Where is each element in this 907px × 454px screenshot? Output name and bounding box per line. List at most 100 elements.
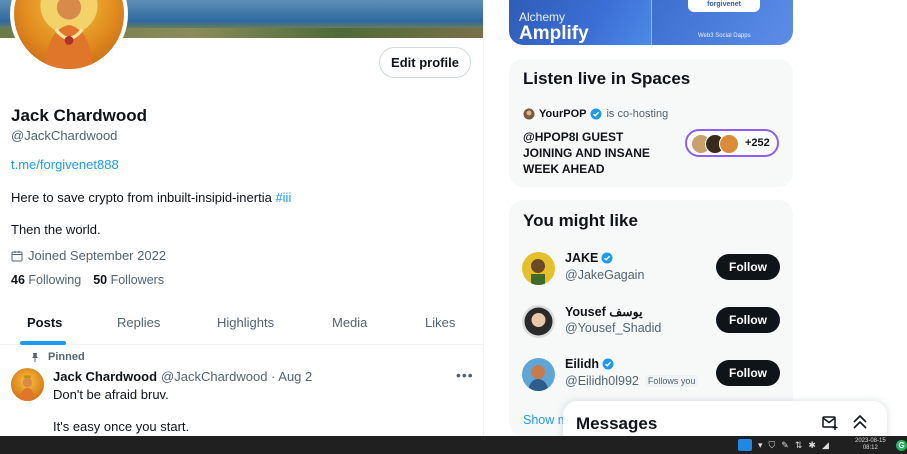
listener-avatar xyxy=(719,134,739,154)
user-avatar[interactable] xyxy=(522,252,555,285)
user-name: Eilidh xyxy=(565,357,614,371)
bluetooth-icon[interactable]: ✱ xyxy=(808,440,816,451)
avatar-figure-icon xyxy=(528,365,549,391)
deity-figure-icon xyxy=(40,0,98,69)
network-icon[interactable]: ⇅ xyxy=(795,440,803,451)
profile-name: Jack Chardwood xyxy=(11,106,148,125)
calendar-icon xyxy=(11,250,23,261)
user-handle: @Yousef_Shadid xyxy=(565,321,661,335)
joined-date: Joined September 2022 xyxy=(11,248,166,263)
promo-pill: forgivenet xyxy=(688,0,760,12)
collapse-icon[interactable] xyxy=(851,413,869,431)
verified-icon xyxy=(601,252,613,264)
user-name: JAKE xyxy=(565,251,613,265)
followers-count: 50 xyxy=(93,273,108,287)
tweet-text-line2: It's easy once you start. xyxy=(53,419,190,434)
avatar-figure-icon xyxy=(524,307,553,336)
user-handle-text: @JakeGagain xyxy=(565,268,645,282)
space-host-name[interactable]: YourPOP xyxy=(539,108,586,120)
edit-profile-button[interactable]: Edit profile xyxy=(379,47,471,78)
messages-title: Messages xyxy=(576,414,658,433)
user-name-text: JAKE xyxy=(565,251,599,265)
follow-button[interactable]: Follow xyxy=(716,360,780,386)
tab-media[interactable]: Media xyxy=(332,315,367,330)
pinned-indicator: Pinned xyxy=(32,351,85,363)
user-name-text: Yousef يوسف xyxy=(565,305,643,319)
profile-avatar[interactable] xyxy=(10,0,128,73)
follow-button[interactable]: Follow xyxy=(716,307,780,333)
grammarly-icon[interactable]: G xyxy=(896,440,907,451)
tweet-meta[interactable]: @JackChardwood · Aug 2 xyxy=(161,369,312,384)
shield-icon[interactable]: ⛉ xyxy=(769,440,776,451)
user-avatar[interactable] xyxy=(522,358,555,391)
profile-bio-text: Here to save crypto from inbuilt-insipid… xyxy=(11,190,276,205)
profile-link[interactable]: t.me/forgivenet888 xyxy=(11,157,119,172)
user-handle-text: @Eilidh0l992 xyxy=(565,374,639,388)
spaces-title: Listen live in Spaces xyxy=(523,69,691,88)
profile-handle: @JackChardwood xyxy=(11,128,118,143)
profile-bio-line2: Then the world. xyxy=(11,222,101,237)
who-to-follow-title: You might like xyxy=(523,211,638,230)
tweet-text: Don't be afraid bruv. xyxy=(53,387,169,402)
new-message-icon[interactable] xyxy=(821,413,839,431)
suggested-user[interactable]: Eilidh @Eilidh0l992 Follows you Follow xyxy=(509,356,793,396)
avatar-figure-icon xyxy=(531,259,545,285)
clock-time: 08:12 xyxy=(862,445,878,451)
following-count: 46 xyxy=(11,273,25,287)
follow-button[interactable]: Follow xyxy=(716,254,780,280)
user-handle-text: @Yousef_Shadid xyxy=(565,321,662,335)
promo-line2: Amplify xyxy=(519,23,589,44)
volume-icon[interactable]: ◢ xyxy=(822,440,829,451)
os-taskbar: ▾ ⛉ ✎ ⇅ ✱ ◢ 2023-08-15 08:12 G xyxy=(0,436,907,454)
followers-label: Followers xyxy=(110,273,165,287)
show-more-link[interactable]: Show m xyxy=(523,413,568,427)
space-host-row: YourPOP is co-hosting xyxy=(523,108,668,120)
more-icon[interactable]: ••• xyxy=(456,367,474,383)
user-handle: @JakeGagain xyxy=(565,268,644,282)
promo-left-panel: Alchemy Amplify xyxy=(509,0,651,45)
promo-caption: Web3 Social Dapps xyxy=(698,33,751,39)
system-tray: ▾ ⛉ ✎ ⇅ ✱ ◢ xyxy=(738,439,829,451)
promo-line1: Alchemy xyxy=(519,10,566,24)
tab-posts[interactable]: Posts xyxy=(27,315,62,330)
verified-icon xyxy=(590,108,602,120)
tab-replies[interactable]: Replies xyxy=(117,315,160,330)
suggested-user[interactable]: Yousef يوسف @Yousef_Shadid Follow xyxy=(509,303,793,343)
host-avatar-icon xyxy=(523,108,535,120)
followers-link[interactable]: 50 Followers xyxy=(93,273,164,287)
following-label: Following xyxy=(28,273,82,287)
tray-app-icon[interactable] xyxy=(738,439,752,451)
user-name: Yousef يوسف xyxy=(565,304,643,319)
tweet-header: Jack Chardwood @JackChardwood · Aug 2 xyxy=(53,369,312,384)
active-tab-indicator xyxy=(20,341,66,345)
follow-stats: 46 Following 50 Followers xyxy=(11,273,164,287)
space-title[interactable]: @HPOP8I GUEST JOINING AND INSANE WEEK AH… xyxy=(523,129,673,177)
clock-date: 2023-08-15 xyxy=(855,438,886,444)
listener-count: +252 xyxy=(745,137,770,149)
promo-right-panel: forgivenet Web3 Social Dapps xyxy=(651,0,793,45)
profile-tabs: Posts Replies Highlights Media Likes xyxy=(0,305,483,345)
user-avatar[interactable] xyxy=(522,305,555,338)
spaces-card: Listen live in Spaces YourPOP is co-host… xyxy=(509,59,793,187)
deity-figure-icon xyxy=(19,375,36,401)
joined-text: Joined September 2022 xyxy=(28,248,167,263)
tweet-author-avatar[interactable] xyxy=(11,368,44,401)
user-handle: @Eilidh0l992 Follows you xyxy=(565,374,699,388)
tweet-author-name[interactable]: Jack Chardwood xyxy=(53,369,157,384)
pin-icon xyxy=(32,353,38,362)
user-name-text: Eilidh xyxy=(565,357,600,371)
space-listeners[interactable]: +252 xyxy=(685,129,779,157)
tab-highlights[interactable]: Highlights xyxy=(217,315,274,330)
hashtag-link[interactable]: #iii xyxy=(275,190,291,205)
suggested-user[interactable]: JAKE @JakeGagain Follow xyxy=(509,250,793,290)
profile-column: Edit profile Jack Chardwood @JackChardwo… xyxy=(0,0,484,436)
pinned-label: Pinned xyxy=(48,351,85,363)
following-link[interactable]: 46 Following xyxy=(11,273,81,287)
taskbar-clock[interactable]: 2023-08-15 08:12 xyxy=(855,438,886,452)
tab-likes[interactable]: Likes xyxy=(425,315,455,330)
wifi-icon[interactable]: ▾ xyxy=(758,440,763,451)
pen-icon[interactable]: ✎ xyxy=(781,440,789,451)
promo-banner[interactable]: Alchemy Amplify forgivenet Web3 Social D… xyxy=(509,0,793,45)
profile-bio: Here to save crypto from inbuilt-insipid… xyxy=(11,190,291,205)
verified-icon xyxy=(602,358,614,370)
